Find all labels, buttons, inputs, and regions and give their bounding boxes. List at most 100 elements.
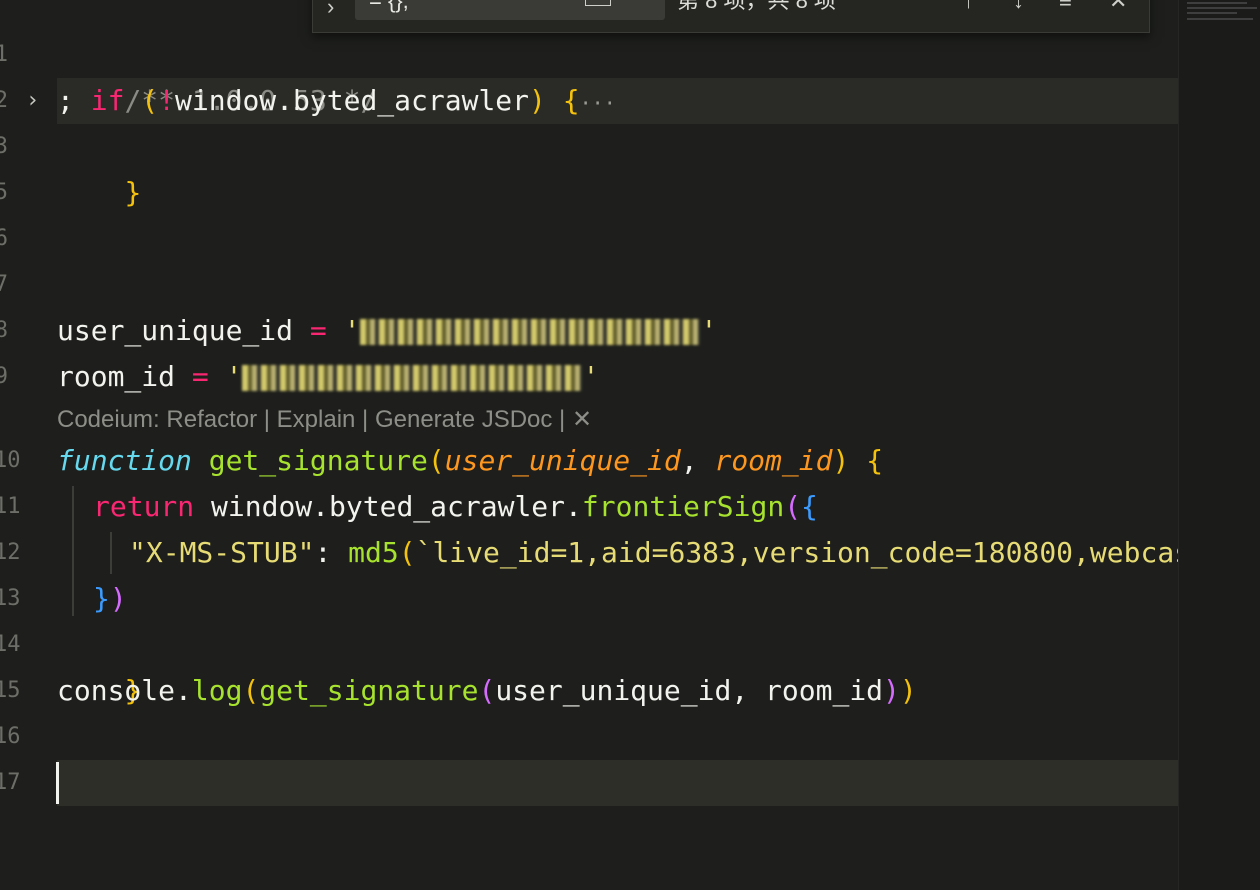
token: :	[314, 536, 349, 569]
operator: =	[293, 314, 344, 347]
code-line-close-call: })	[93, 576, 127, 622]
line-number: 8	[0, 318, 8, 343]
paren: (	[141, 84, 159, 117]
line-number: 15	[0, 678, 21, 703]
line-number: 12	[0, 540, 21, 565]
token: console.	[57, 674, 192, 707]
code-editor[interactable]: 1 2 3 5 6 7 8 9 10 11 12 13 14 15 16 17 …	[0, 0, 1178, 890]
quote: '	[343, 314, 361, 347]
token: window.byted_acrawler.	[194, 490, 582, 523]
line-number: 1	[0, 42, 8, 67]
find-input[interactable]: = {};	[355, 0, 665, 20]
brace: }	[93, 582, 110, 615]
explain-link[interactable]: Explain	[277, 406, 356, 433]
separator: |	[355, 406, 375, 433]
line-number: 13	[0, 586, 21, 611]
line-number: 3	[0, 134, 8, 159]
code-line-1: /** 1.0.0.53 */	[57, 32, 377, 117]
token: user_unique_id, room_id	[495, 674, 884, 707]
parameter: user_unique_id	[444, 444, 681, 477]
keyword: return	[93, 490, 195, 523]
next-match-icon[interactable]: ↓	[1013, 0, 1024, 16]
minimap-line	[1187, 2, 1247, 4]
brace: {	[801, 490, 818, 523]
line-number: 9	[0, 364, 8, 389]
regex-button[interactable]: .*	[631, 0, 643, 5]
line-number: 10	[0, 448, 21, 473]
line-number: 14	[0, 632, 21, 657]
paren: (	[398, 536, 416, 569]
paren: (	[242, 674, 260, 707]
line-number: 11	[0, 494, 21, 519]
minimap[interactable]	[1178, 0, 1260, 890]
operator: =	[175, 360, 226, 393]
paren: (	[784, 490, 802, 523]
redacted-value	[242, 365, 583, 391]
token: ;	[57, 84, 91, 117]
close-icon[interactable]: ✕	[572, 406, 592, 433]
toggle-replace-icon[interactable]: ›	[327, 0, 334, 20]
token: ,	[680, 444, 715, 477]
code-line-return: return window.byted_acrawler.frontierSig…	[93, 484, 818, 530]
function-name: frontierSign	[581, 490, 785, 523]
line-number: 16	[0, 724, 21, 749]
find-widget[interactable]: › = {}; Aa ab .* 第 8 项，共 8 项 ↑ ↓ ≡ ✕	[312, 0, 1150, 33]
quote: '	[225, 360, 243, 393]
paren: )	[529, 84, 546, 117]
function-name: get_signature	[259, 674, 479, 707]
current-line-highlight	[57, 760, 1178, 806]
folded-ellipsis[interactable]: ···	[580, 91, 616, 115]
redacted-value	[360, 319, 701, 345]
text-cursor	[56, 762, 59, 804]
find-in-selection-icon[interactable]: ≡	[1059, 0, 1072, 16]
codeium-codelens: Codeium: Refactor | Explain | Generate J…	[57, 400, 592, 440]
brace: {	[849, 444, 884, 477]
quote: '	[582, 360, 600, 393]
paren: )	[109, 582, 127, 615]
brace: {	[545, 84, 580, 117]
code-line-room-id: room_id = ' '	[57, 354, 599, 400]
brace: }	[124, 176, 142, 209]
close-icon[interactable]: ✕	[1109, 0, 1127, 16]
separator: |	[257, 406, 277, 433]
codelens-prefix: Codeium:	[57, 406, 167, 433]
code-line-2: ; if (!window.byted_acrawler) {···	[57, 78, 616, 124]
keyword: if	[90, 84, 125, 117]
parameter: room_id	[714, 444, 833, 477]
paren: )	[899, 674, 917, 707]
generate-jsdoc-link[interactable]: Generate JSDoc	[375, 406, 552, 433]
refactor-link[interactable]: Refactor	[166, 406, 257, 433]
function-name: log	[191, 674, 243, 707]
keyword: function	[57, 444, 192, 477]
code-line-user-unique-id: user_unique_id = ' '	[57, 308, 717, 354]
code-line-xmsstub: "X-MS-STUB": md5(`live_id=1,aid=6383,ver…	[129, 530, 1178, 576]
indent-guide	[110, 532, 112, 574]
previous-match-icon[interactable]: ↑	[963, 0, 974, 16]
line-number: 17	[0, 770, 21, 795]
whole-word-button[interactable]: ab	[585, 0, 612, 6]
indent-guide	[72, 486, 74, 616]
code-line-3: }	[57, 124, 141, 209]
line-number: 5	[0, 180, 8, 205]
code-line-function: function get_signature(user_unique_id, r…	[57, 444, 884, 477]
token: user_unique_id	[57, 314, 294, 347]
minimap-line	[1187, 18, 1253, 20]
line-number: 7	[0, 272, 8, 297]
minimap-line	[1187, 12, 1237, 14]
line-number: 2	[0, 88, 8, 113]
match-case-button[interactable]: Aa	[543, 0, 565, 5]
paren: (	[478, 674, 496, 707]
function-name: get_signature	[208, 444, 428, 477]
string: `live_id=1,aid=6383,version_code=180800,…	[415, 536, 1178, 569]
paren: )	[883, 674, 900, 707]
line-number: 6	[0, 226, 8, 251]
quote: '	[700, 314, 718, 347]
code-line-console-log: console.log(get_signature(user_unique_id…	[57, 668, 917, 714]
string: "X-MS-STUB"	[129, 536, 315, 569]
minimap-line	[1187, 7, 1257, 9]
operator: !	[158, 84, 176, 117]
fold-chevron-icon[interactable]: ›	[26, 78, 39, 124]
separator: |	[552, 406, 572, 433]
function-name: md5	[348, 536, 399, 569]
token: room_id	[57, 360, 176, 393]
